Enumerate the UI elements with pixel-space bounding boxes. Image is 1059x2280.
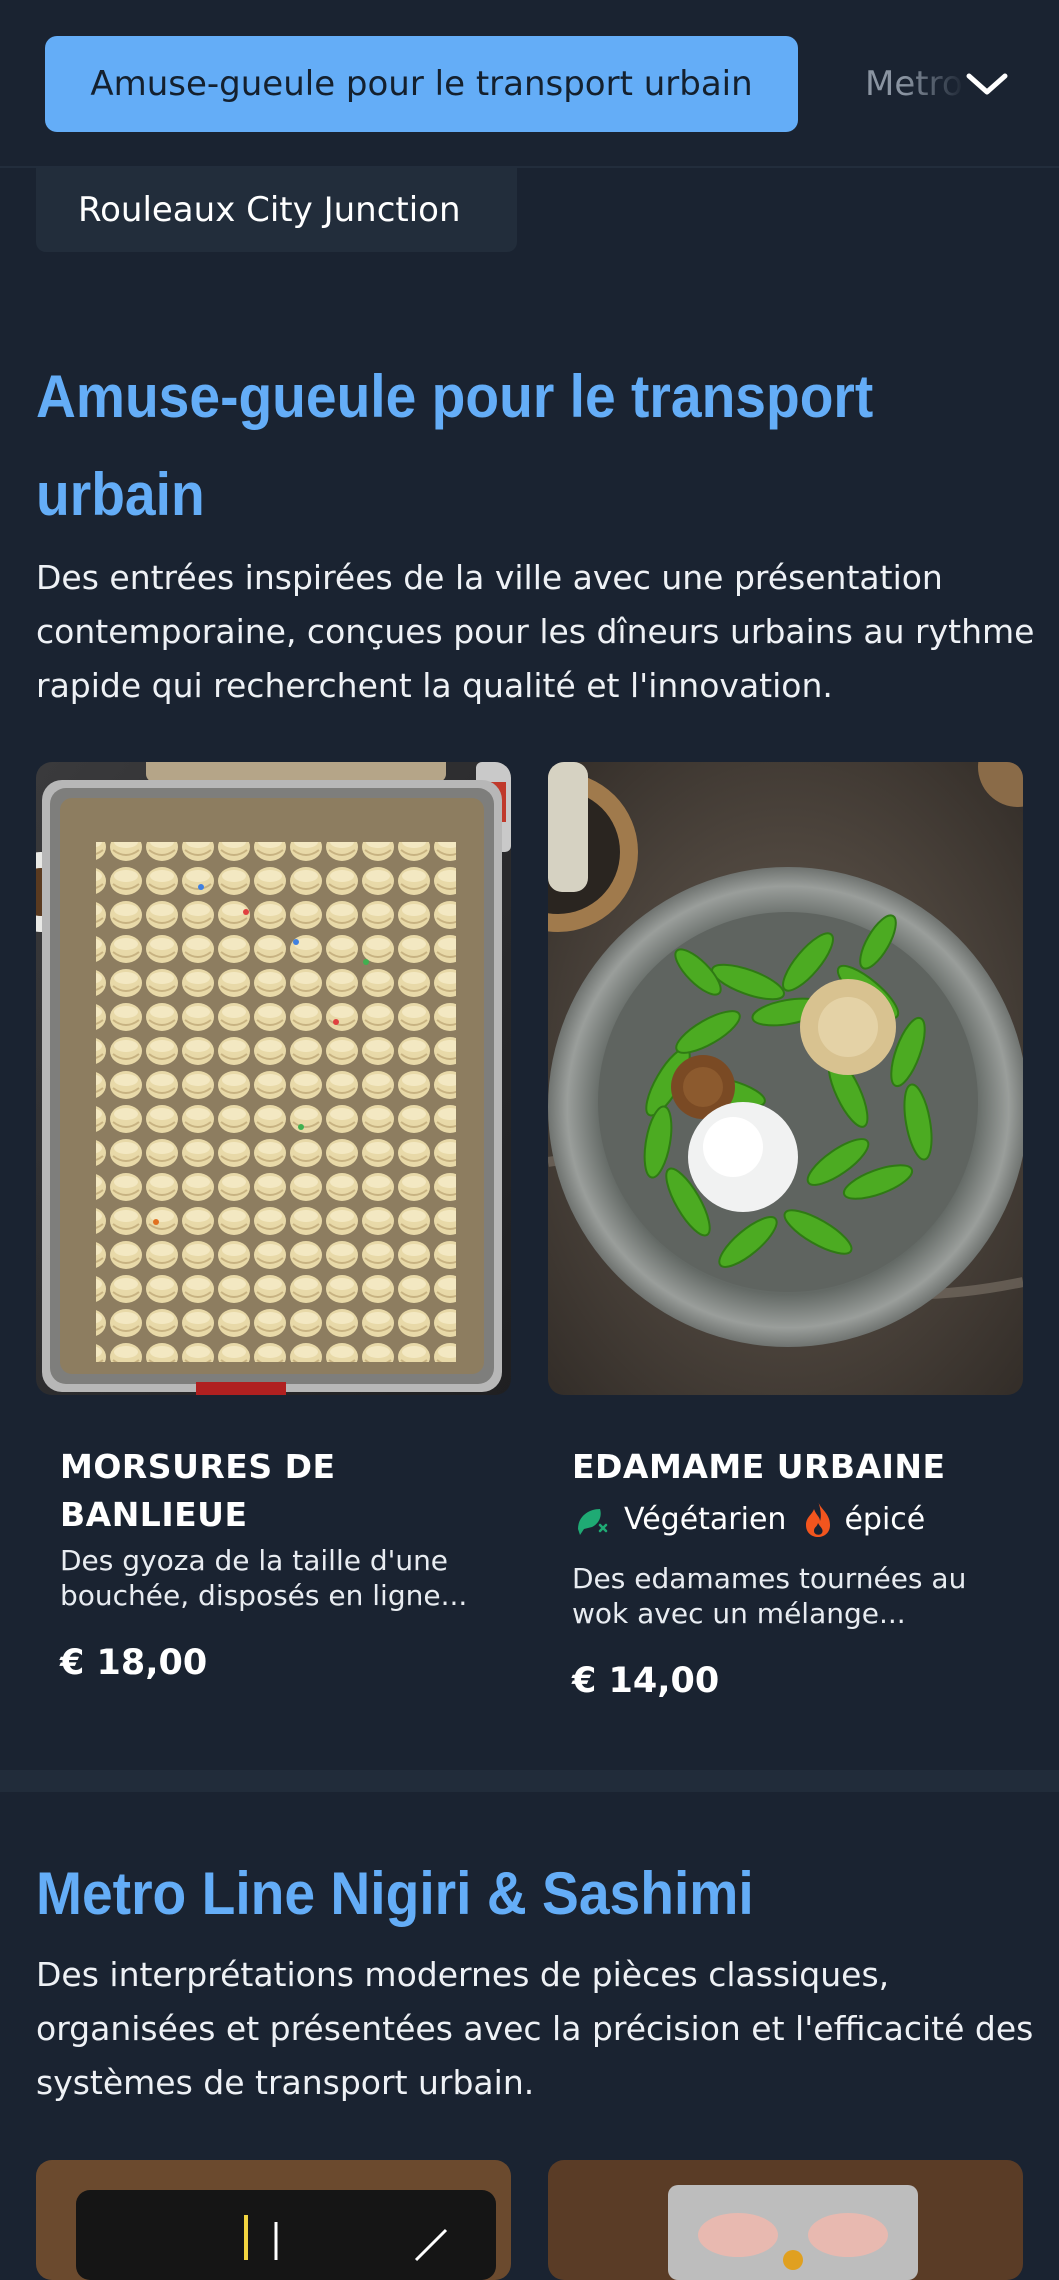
category-nav-bar: Amuse-gueule pour le transport urbain Me… xyxy=(0,0,1059,168)
menu-item-card[interactable]: MORSURES DE BANLIEUE Des gyoza de la tai… xyxy=(36,762,511,1683)
spicy-label: épicé xyxy=(844,1501,926,1537)
gyoza-tray-image xyxy=(36,762,511,1395)
menu-item-description: Des gyoza de la taille d'une bouchée, di… xyxy=(60,1544,468,1612)
chevron-down-icon[interactable] xyxy=(964,64,1010,104)
section-divider xyxy=(0,1770,1059,1792)
spicy-icon xyxy=(806,1501,831,1537)
menu-item-name: EDAMAME URBAINE xyxy=(572,1447,946,1486)
section-title: Amuse-gueule pour le transport urbain xyxy=(36,363,874,528)
menu-item-card[interactable]: EDAMAME URBAINE Végétarien épicé Des eda… xyxy=(548,762,1023,1701)
menu-item-description: Des edamames tournées au wok avec un mél… xyxy=(572,1562,967,1630)
section-description: Des entrées inspirées de la ville avec u… xyxy=(36,558,1035,705)
vegetarian-icon xyxy=(578,1509,608,1535)
section-title: Metro Line Nigiri & Sashimi xyxy=(36,1860,754,1927)
menu-item-price: € 18,00 xyxy=(60,1643,208,1683)
dietary-tags: Végétarien épicé xyxy=(572,1495,999,1543)
subcategory-chip[interactable]: Rouleaux City Junction xyxy=(36,168,517,252)
menu-item-price: € 14,00 xyxy=(572,1661,720,1701)
menu-item-image[interactable] xyxy=(548,2160,1023,2280)
menu-item-name: MORSURES DE BANLIEUE xyxy=(60,1447,336,1534)
menu-item-image[interactable] xyxy=(36,2160,511,2280)
edamame-bowl-image xyxy=(548,762,1023,1395)
tab-amuse-gueule[interactable]: Amuse-gueule pour le transport urbain xyxy=(45,36,798,132)
tab-metro-line-nigiri[interactable]: Metro Line Nigiri & Sashimi xyxy=(865,36,965,132)
section-description: Des interprétations modernes de pièces c… xyxy=(36,1955,1034,2102)
vegetarian-label: Végétarien xyxy=(624,1501,787,1537)
